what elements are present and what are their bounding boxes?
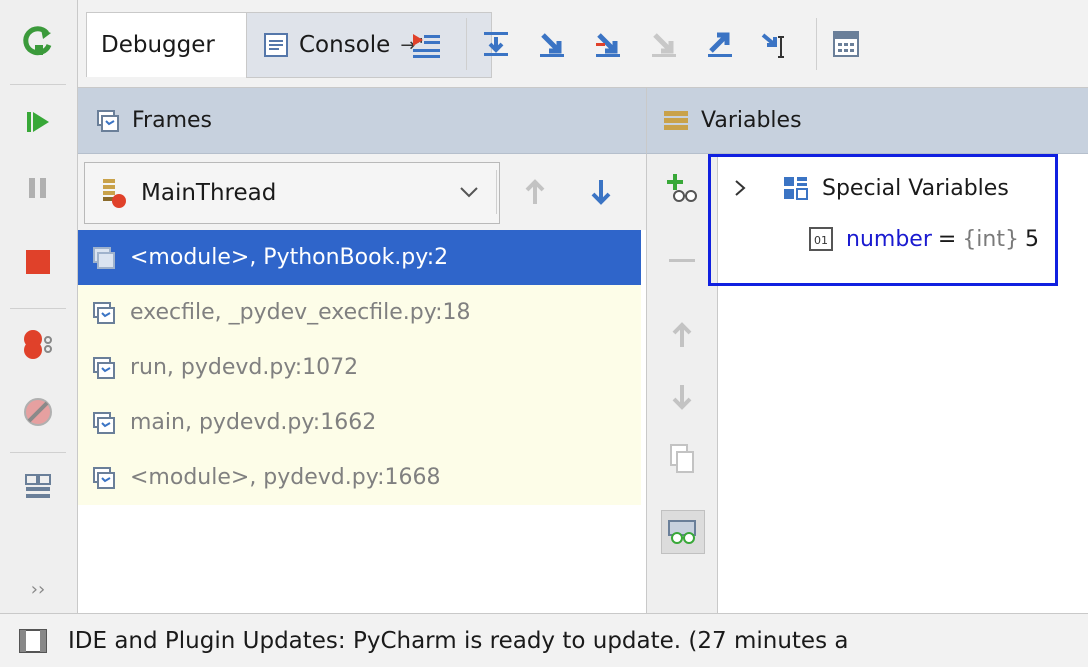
frame-label: <module>, PythonBook.py:2 — [130, 245, 449, 270]
pause-icon — [29, 178, 46, 198]
copy-icon — [670, 444, 694, 473]
thread-name: MainThread — [141, 180, 277, 206]
rerun-button[interactable] — [16, 20, 60, 64]
frames-toolbar: MainThread — [78, 154, 646, 230]
new-watch-button[interactable] — [661, 166, 703, 208]
rerun-icon — [23, 26, 52, 56]
pause-button[interactable] — [16, 166, 60, 210]
remove-watch-button[interactable] — [661, 240, 703, 282]
mute-breakpoints-icon — [24, 398, 52, 426]
force-step-into-icon — [652, 33, 676, 57]
variables-title: Variables — [701, 108, 802, 133]
step-into-icon — [540, 33, 564, 57]
thread-icon — [103, 179, 126, 208]
step-into-button[interactable] — [534, 26, 570, 62]
layout-settings-button[interactable] — [16, 464, 60, 508]
show-execution-point-icon — [413, 34, 440, 58]
frame-row[interactable]: <module>, pydevd.py:1668 — [78, 450, 641, 505]
mute-breakpoints-button[interactable] — [16, 390, 60, 434]
move-watch-up-button[interactable] — [661, 314, 703, 356]
debug-top-toolbar: Debugger Console →" — [78, 0, 1088, 88]
arrow-down-icon — [591, 180, 611, 205]
show-execution-point-button[interactable] — [408, 26, 444, 62]
tab-console[interactable]: Console →" — [246, 12, 492, 78]
minus-icon — [669, 259, 695, 262]
tab-debugger-label: Debugger — [101, 32, 215, 58]
chevron-down-icon — [460, 187, 478, 198]
frame-row[interactable]: run, pydevd.py:1072 — [78, 340, 641, 395]
frame-label: <module>, pydevd.py:1668 — [130, 465, 441, 490]
resume-button[interactable] — [16, 100, 60, 144]
tool-windows-icon[interactable] — [18, 627, 48, 655]
frame-label: execfile, _pydev_execfile.py:18 — [130, 300, 471, 325]
step-over-button[interactable] — [478, 26, 514, 62]
highlight-box — [708, 154, 1058, 286]
frame-row[interactable]: main, pydevd.py:1662 — [78, 395, 641, 450]
frame-icon — [93, 466, 115, 489]
frames-icon — [97, 109, 119, 132]
debug-left-toolbar: ›› — [0, 0, 78, 613]
frame-row[interactable]: execfile, _pydev_execfile.py:18 — [78, 285, 641, 340]
frames-list: <module>, PythonBook.py:2 execfile, _pyd… — [78, 230, 646, 613]
arrow-up-icon — [672, 322, 692, 347]
frame-icon — [93, 301, 115, 324]
frame-row[interactable]: <module>, PythonBook.py:2 — [78, 230, 641, 285]
calculator-icon — [833, 31, 859, 57]
glasses-icon — [668, 520, 696, 544]
stop-icon — [26, 250, 50, 274]
previous-frame-button[interactable] — [518, 174, 552, 210]
frame-label: main, pydevd.py:1662 — [130, 410, 377, 435]
stop-button[interactable] — [16, 240, 60, 284]
step-out-icon — [708, 32, 732, 57]
layout-icon — [25, 474, 51, 498]
variables-header: Variables — [646, 88, 1088, 154]
step-into-my-code-icon — [596, 33, 620, 57]
view-breakpoints-button[interactable] — [16, 322, 60, 366]
evaluate-expression-button[interactable] — [828, 26, 864, 62]
console-icon — [264, 33, 288, 57]
force-step-into-button[interactable] — [646, 26, 682, 62]
step-into-my-code-button[interactable] — [590, 26, 626, 62]
variables-icon — [664, 110, 688, 130]
frame-label: run, pydevd.py:1072 — [130, 355, 359, 380]
frame-icon — [93, 356, 115, 379]
show-watches-button[interactable] — [661, 510, 705, 554]
status-bar: IDE and Plugin Updates: PyCharm is ready… — [0, 613, 1088, 667]
copy-watch-button[interactable] — [661, 438, 703, 480]
status-message[interactable]: IDE and Plugin Updates: PyCharm is ready… — [68, 628, 848, 654]
step-over-icon — [484, 32, 508, 56]
thread-selector[interactable]: MainThread — [84, 162, 500, 224]
move-watch-down-button[interactable] — [661, 376, 703, 418]
tab-debugger[interactable]: Debugger — [86, 12, 262, 77]
run-to-cursor-icon — [761, 33, 784, 58]
step-out-button[interactable] — [702, 26, 738, 62]
frames-header: Frames — [78, 88, 646, 154]
add-watch-icon — [667, 174, 697, 202]
arrow-down-icon — [672, 385, 692, 410]
more-actions-button[interactable]: ›› — [16, 574, 60, 604]
frame-icon — [93, 411, 115, 434]
run-to-cursor-button[interactable] — [758, 26, 794, 62]
resume-icon — [27, 112, 49, 132]
frames-title: Frames — [132, 108, 213, 133]
next-frame-button[interactable] — [584, 174, 618, 210]
frame-icon — [93, 246, 115, 269]
arrow-up-icon — [525, 179, 545, 204]
tab-console-label: Console — [299, 32, 391, 58]
breakpoints-icon — [24, 330, 52, 359]
